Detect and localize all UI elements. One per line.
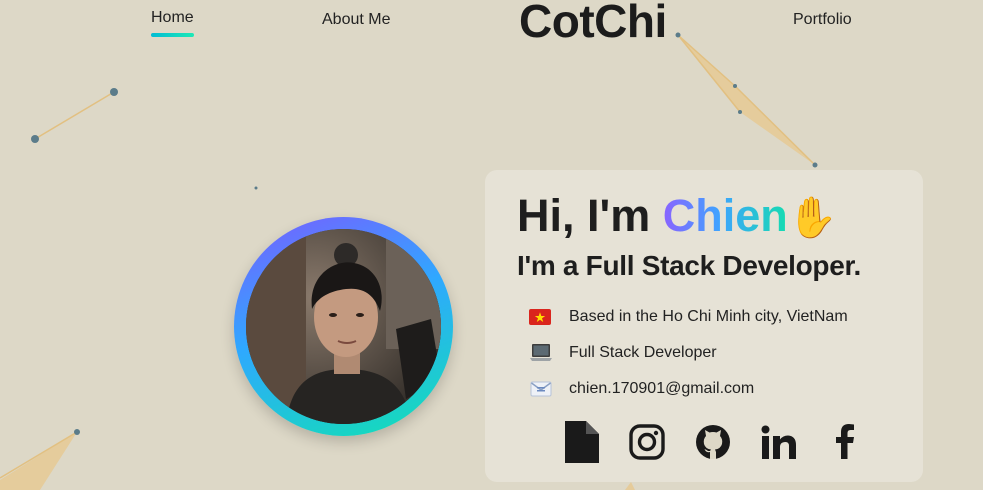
github-icon[interactable] bbox=[695, 421, 731, 463]
greeting-name: Chien bbox=[662, 190, 788, 241]
job-text: Full Stack Developer bbox=[569, 344, 717, 361]
vietnam-flag-icon bbox=[529, 307, 553, 327]
profile-photo bbox=[246, 229, 441, 424]
job-row: Full Stack Developer bbox=[529, 341, 717, 365]
laptop-icon bbox=[529, 343, 553, 363]
email-text: chien.170901@gmail.com bbox=[569, 380, 755, 397]
site-logo[interactable]: CotChi bbox=[519, 0, 667, 48]
wave-emoji: ✋ bbox=[787, 196, 838, 240]
nav-about-link[interactable]: About Me bbox=[322, 11, 390, 29]
greeting-prefix: Hi, I'm bbox=[517, 190, 663, 241]
avatar bbox=[234, 217, 453, 436]
intro-card: Hi, I'm Chien✋ I'm a Full Stack Develope… bbox=[485, 170, 923, 482]
envelope-icon bbox=[529, 379, 553, 399]
location-row: Based in the Ho Chi Minh city, VietNam bbox=[529, 305, 848, 329]
location-text: Based in the Ho Chi Minh city, VietNam bbox=[569, 308, 848, 325]
linkedin-icon[interactable] bbox=[761, 421, 797, 463]
nav-home-label: Home bbox=[151, 9, 194, 26]
nav-home-link[interactable]: Home bbox=[151, 9, 194, 37]
role-heading: I'm a Full Stack Developer. bbox=[517, 250, 862, 281]
facebook-icon[interactable] bbox=[827, 421, 863, 463]
nav-active-underline bbox=[151, 33, 194, 37]
nav-portfolio-link[interactable]: Portfolio bbox=[793, 11, 852, 29]
greeting-heading: Hi, I'm Chien✋ bbox=[517, 190, 838, 242]
instagram-icon[interactable] bbox=[629, 421, 665, 463]
email-row[interactable]: chien.170901@gmail.com bbox=[529, 377, 754, 401]
resume-document-icon[interactable] bbox=[563, 421, 599, 463]
